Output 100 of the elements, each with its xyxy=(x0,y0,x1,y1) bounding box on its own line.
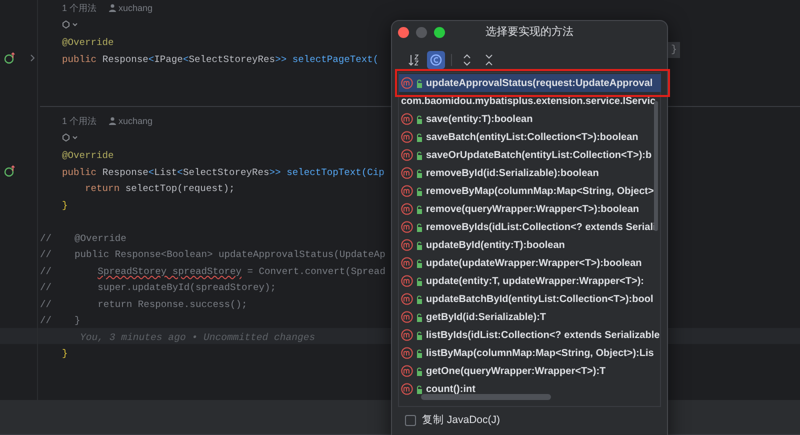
method-list-item[interactable]: getById(id:Serializable):T xyxy=(399,308,661,326)
method-signature: remove(queryWrapper:Wrapper<T>):boolean xyxy=(426,202,640,216)
lock-icon xyxy=(416,240,423,250)
method-signature: count():int xyxy=(426,382,476,396)
vertical-scrollbar[interactable] xyxy=(654,101,658,231)
method-signature: saveOrUpdateBatch(entityList:Collection<T>):b xyxy=(426,148,652,162)
method-list-item[interactable]: updateApprovalStatus(request:UpdateApproval xyxy=(399,74,661,92)
checkbox[interactable] xyxy=(405,415,416,426)
checkbox-label[interactable]: 复制 JavaDoc(J) xyxy=(422,413,500,429)
method-signature: updateApprovalStatus(request:UpdateApproval xyxy=(426,76,653,90)
code-line: } xyxy=(62,198,68,213)
method-list-item[interactable]: update(entity:T, updateWrapper:Wrapper<T>): xyxy=(399,272,661,290)
override-icon[interactable] xyxy=(4,164,16,177)
method-icon xyxy=(401,365,413,377)
commented-code-line: // return Response.success(); xyxy=(40,298,248,312)
commented-code-line: // SpreadStorey spreadStorey = Convert.convert(Spread xyxy=(40,264,386,279)
method-icon xyxy=(401,131,413,143)
lock-icon xyxy=(416,186,423,196)
usages-hint[interactable]: 1 个用法 xyxy=(62,2,97,15)
commented-code-line: // @Override xyxy=(40,232,126,246)
expand-icon xyxy=(462,54,472,66)
method-signature: update(updateWrapper:Wrapper<T>):boolean xyxy=(426,256,642,270)
sort-icon xyxy=(408,54,420,66)
ai-assistant-icon[interactable] xyxy=(62,20,78,30)
method-signature: removeById(id:Serializable):boolean xyxy=(426,166,599,180)
code-line: return selectTop(request); xyxy=(84,182,235,196)
group-header: com.baomidou.mybatisplus.extension.service.IServic xyxy=(400,94,656,108)
zoom-button[interactable] xyxy=(434,27,445,38)
method-list-item[interactable]: remove(queryWrapper:Wrapper<T>):boolean xyxy=(399,200,661,218)
method-signature: update(entity:T, updateWrapper:Wrapper<T>): xyxy=(426,274,644,288)
code-line: @Override xyxy=(62,36,114,50)
method-icon xyxy=(401,293,413,305)
method-list-item[interactable]: update(updateWrapper:Wrapper<T>):boolean xyxy=(399,254,661,272)
usages-hint[interactable]: 1 个用法 xyxy=(62,114,97,128)
lock-icon xyxy=(416,384,423,394)
close-button[interactable] xyxy=(398,27,409,38)
method-icon xyxy=(401,329,413,341)
method-icon xyxy=(401,257,413,269)
method-list-item[interactable]: removeByMap(columnMap:Map<String, Object> xyxy=(399,182,661,200)
method-signature: updateBatchById(entityList:Collection<T>):bool xyxy=(426,292,654,306)
commented-code-line: // } xyxy=(40,314,80,328)
commented-code-line: // public Response<Boolean> updateApprovalStatus(UpdateAp xyxy=(40,248,386,262)
method-icon xyxy=(401,347,413,359)
method-list-item[interactable]: getOne(queryWrapper:Wrapper<T>):T xyxy=(399,362,661,380)
override-icon[interactable] xyxy=(4,52,16,64)
lock-icon xyxy=(416,258,423,268)
author-hint[interactable]: xuchang xyxy=(118,2,153,15)
lock-icon xyxy=(416,222,423,232)
collapse-icon xyxy=(484,54,494,66)
author-hint[interactable]: xuchang xyxy=(118,114,153,128)
method-signature: removeByMap(columnMap:Map<String, Object> xyxy=(426,184,654,198)
method-list-item[interactable]: saveOrUpdateBatch(entityList:Collection<T>):b xyxy=(399,146,661,164)
method-signature: save(entity:T):boolean xyxy=(426,112,533,126)
method-icon xyxy=(401,275,413,287)
lock-icon xyxy=(416,78,423,88)
user-icon xyxy=(108,4,116,12)
method-signature: getOne(queryWrapper:Wrapper<T>):T xyxy=(426,364,606,378)
method-signature: updateById(entity:T):boolean xyxy=(426,238,565,252)
method-signature: saveBatch(entityList:Collection<T>):boolean xyxy=(426,130,638,144)
blame-annotation: You, 3 minutes ago • Uncommitted changes xyxy=(80,330,316,345)
code-line: public Response<List<SelectStoreyRes>> selectTopText(Cip xyxy=(62,166,384,180)
code-line: public Response<IPage<SelectStoreyRes>> selectPageText( xyxy=(62,52,379,67)
class-icon xyxy=(430,54,442,66)
lock-icon xyxy=(416,294,423,304)
lock-icon xyxy=(416,168,423,178)
code-line: } xyxy=(62,347,68,362)
class-filter-button[interactable] xyxy=(427,51,445,69)
lock-icon xyxy=(416,348,423,358)
ai-assistant-icon[interactable] xyxy=(62,133,78,142)
method-list-item[interactable]: updateById(entity:T):boolean xyxy=(399,236,661,254)
method-list-item[interactable]: removeById(id:Serializable):boolean xyxy=(399,164,661,182)
chevron-right-icon[interactable] xyxy=(30,54,36,62)
method-icon xyxy=(401,311,413,323)
method-list-item[interactable]: saveBatch(entityList:Collection<T>):boolean xyxy=(399,128,661,146)
lock-icon xyxy=(416,114,423,124)
user-icon xyxy=(108,117,116,126)
lock-icon xyxy=(416,330,423,340)
method-icon xyxy=(401,167,413,179)
commented-code-line: // super.updateById(spreadStorey); xyxy=(40,281,276,296)
horizontal-scrollbar[interactable] xyxy=(421,394,551,400)
method-icon xyxy=(401,239,413,251)
method-icon xyxy=(401,77,413,89)
method-icon xyxy=(401,203,413,215)
method-list-item[interactable]: count():int xyxy=(399,380,661,398)
code-line: @Override xyxy=(62,149,114,164)
method-icon xyxy=(401,221,413,233)
lock-icon xyxy=(416,132,423,142)
lock-icon xyxy=(416,312,423,322)
method-list-item[interactable]: listByMap(columnMap:Map<String, Object>):Lis xyxy=(399,344,661,362)
method-signature: listByIds(idList:Collection<? extends Serializable xyxy=(426,328,660,342)
method-list-item[interactable]: listByIds(idList:Collection<? extends Serializable xyxy=(399,326,661,344)
lock-icon xyxy=(416,366,423,376)
dialog-title: 选择要实现的方法 xyxy=(486,24,574,40)
method-icon xyxy=(401,185,413,197)
method-list-item[interactable]: save(entity:T):boolean xyxy=(399,110,661,128)
method-list-item[interactable]: updateBatchById(entityList:Collection<T>):bool xyxy=(399,290,661,308)
method-icon xyxy=(401,113,413,125)
lock-icon xyxy=(416,276,423,286)
lock-icon xyxy=(416,150,423,160)
method-signature: listByMap(columnMap:Map<String, Object>):Lis xyxy=(426,346,654,360)
